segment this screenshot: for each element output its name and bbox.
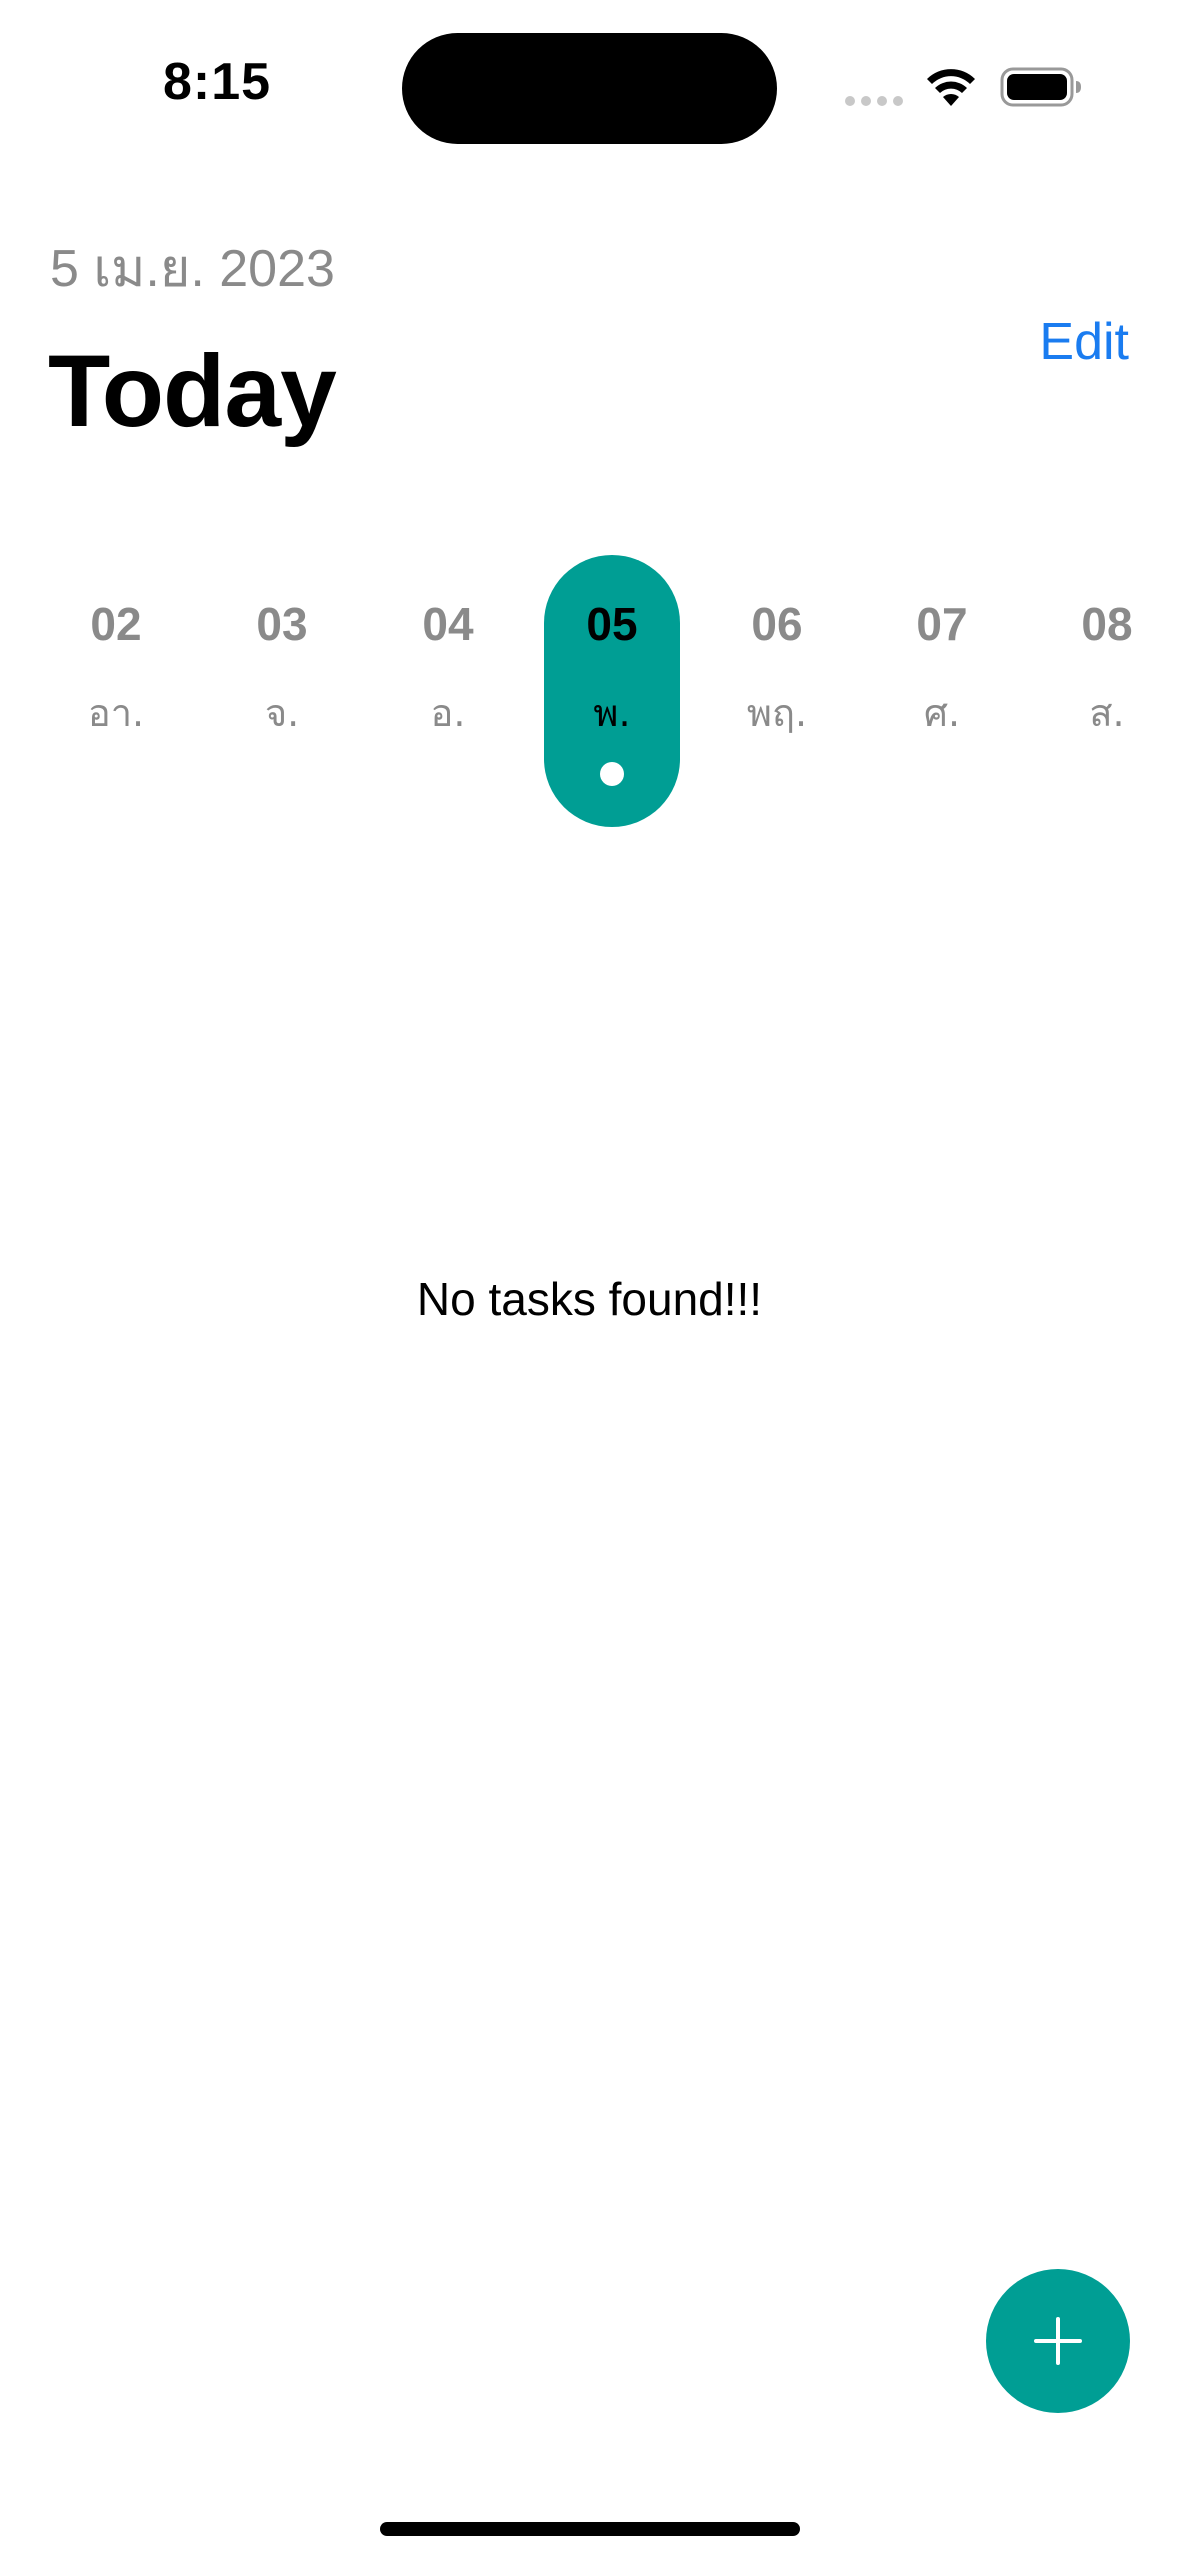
home-indicator[interactable] xyxy=(380,2522,800,2536)
wifi-icon xyxy=(927,69,975,106)
week-date-picker: 02 อา. 03 จ. 04 อ. 05 พ. 06 พฤ. 07 ศ. 08… xyxy=(0,555,1179,830)
day-weekday: อ. xyxy=(430,691,466,735)
day-item-03[interactable]: 03 จ. xyxy=(214,555,350,827)
day-number: 07 xyxy=(916,598,968,650)
day-item-04[interactable]: 04 อ. xyxy=(380,555,516,827)
day-weekday: ศ. xyxy=(923,691,961,735)
day-item-02[interactable]: 02 อา. xyxy=(48,555,184,827)
battery-icon xyxy=(1000,67,1081,107)
day-weekday: ส. xyxy=(1089,691,1125,735)
day-item-06[interactable]: 06 พฤ. xyxy=(709,555,845,827)
edit-button[interactable]: Edit xyxy=(1039,312,1129,372)
cellular-signal-icon xyxy=(845,96,905,108)
day-weekday: จ. xyxy=(264,691,300,735)
page-title: Today xyxy=(48,334,337,448)
day-number: 04 xyxy=(422,598,474,650)
add-task-button[interactable] xyxy=(986,2269,1130,2413)
status-time: 8:15 xyxy=(163,53,272,111)
day-item-08[interactable]: 08 ส. xyxy=(1039,555,1175,827)
today-indicator-dot xyxy=(600,762,624,786)
day-weekday: อา. xyxy=(87,691,145,735)
day-number: 02 xyxy=(90,598,142,650)
day-weekday: พ. xyxy=(593,691,631,735)
day-number: 03 xyxy=(256,598,308,650)
day-item-05-selected[interactable]: 05 พ. xyxy=(544,555,680,827)
current-date: 5 เม.ย. 2023 xyxy=(50,240,335,298)
day-item-07[interactable]: 07 ศ. xyxy=(874,555,1010,827)
day-number: 06 xyxy=(751,598,803,650)
day-number: 05 xyxy=(586,598,638,650)
status-bar: 8:15 xyxy=(0,0,1179,150)
plus-icon xyxy=(1034,2317,1082,2365)
dynamic-island xyxy=(402,33,777,144)
day-weekday: พฤ. xyxy=(746,691,808,735)
empty-tasks-message: No tasks found!!! xyxy=(416,1273,763,1325)
day-number: 08 xyxy=(1081,598,1133,650)
